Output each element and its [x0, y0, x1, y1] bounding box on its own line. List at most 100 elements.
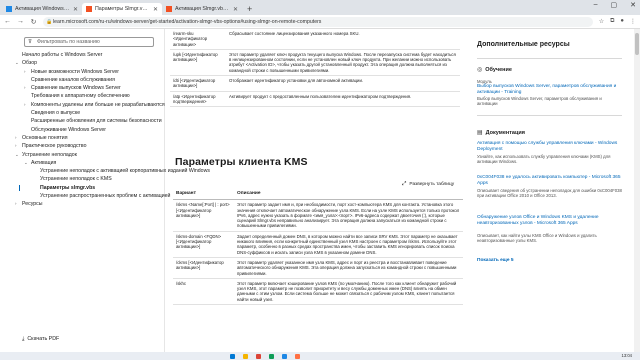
- star-icon[interactable]: ☆: [599, 18, 604, 25]
- expand-icon: ⤢: [402, 181, 407, 187]
- tab-close-icon[interactable]: ✕: [153, 6, 158, 13]
- tab-title: Параметры Slmgr.vbs для по...: [95, 6, 150, 12]
- download-pdf-label: Скачать PDF: [27, 336, 60, 342]
- divider: [477, 58, 622, 59]
- browser-tab[interactable]: Активация Windows 7 / 8.1 ...✕: [2, 3, 82, 15]
- docs-label: Документация: [485, 130, 525, 136]
- toc-item[interactable]: › Сравнение выпусков Windows Server: [22, 84, 162, 92]
- taskbar-app-icon[interactable]: [230, 353, 235, 359]
- section-heading: Параметры клиента KMS: [175, 156, 308, 168]
- menu-icon[interactable]: ⋮: [630, 18, 636, 25]
- chevron-down-icon[interactable]: ⌄: [15, 151, 19, 159]
- chevron-down-icon[interactable]: ⌄: [24, 159, 28, 167]
- toc-item[interactable]: ⌄ Устранение неполадок: [15, 151, 162, 159]
- doc-link[interactable]: 0xC004F038 не удалось активировать компь…: [477, 175, 622, 186]
- option-cell: /atp <Идентификатор подтверждения>: [170, 91, 226, 108]
- forward-icon[interactable]: →: [17, 18, 24, 25]
- reload-icon[interactable]: ↻: [30, 18, 37, 26]
- toc-item-label: Устранение распространенных проблем с ак…: [40, 193, 171, 200]
- doc-link[interactable]: Обнаружение узлов Office и Windows KMS и…: [477, 215, 622, 226]
- options-table-top: /rearm-sku <Идентификатор активации> Сбра…: [170, 29, 460, 108]
- toc-item[interactable]: Устранение распространенных проблем с ак…: [22, 192, 170, 200]
- toc-item-label: Ресурсы: [22, 201, 43, 208]
- additional-resources: Дополнительные ресурсы ◎ Обучение Модуль …: [470, 29, 640, 360]
- tab-favicon-icon: [166, 6, 172, 12]
- taskbar-app-icon[interactable]: [269, 353, 274, 359]
- extensions-icon[interactable]: ⧉: [610, 18, 614, 25]
- toc-item[interactable]: › Компоненты удалены или больше не разраб…: [22, 101, 165, 109]
- taskbar: 13:04: [0, 352, 640, 360]
- taskbar-app-icon[interactable]: [295, 353, 300, 359]
- tab-close-icon[interactable]: ✕: [73, 6, 78, 13]
- table-row: /skms-domain <FQDN> [<Идентификатор акти…: [173, 231, 463, 258]
- toc-item[interactable]: › Ресурсы: [15, 200, 162, 208]
- toc-item[interactable]: ⌄ Обзор: [15, 59, 162, 67]
- minimize-button[interactable]: –: [594, 1, 598, 9]
- doc-link[interactable]: Активация с помощью службы управления кл…: [477, 141, 622, 152]
- table-row: /skms <Name[:Port] | : port> [<Идентифик…: [173, 199, 463, 232]
- taskbar-app-icon[interactable]: [282, 353, 287, 359]
- description-cell: Этот параметр удаляет ключ продукта теку…: [226, 49, 460, 77]
- chevron-right-icon[interactable]: ›: [15, 200, 17, 208]
- profile-icon[interactable]: ●: [620, 18, 624, 25]
- toc-item[interactable]: ⌄ Активация: [22, 159, 162, 167]
- scrollbar-thumb[interactable]: [635, 33, 639, 55]
- download-pdf-link[interactable]: ⤓ Скачать PDF: [22, 336, 59, 343]
- filter-placeholder: Фильтровать по названию: [37, 39, 100, 45]
- close-button[interactable]: ✕: [630, 1, 636, 9]
- chevron-right-icon[interactable]: ›: [24, 84, 26, 92]
- toc-item[interactable]: Расширенные обновления для системы безоп…: [22, 117, 162, 125]
- doc-description: Описывает, как найти узлы KMS Office и W…: [477, 233, 597, 244]
- table-row: /rearm-sku <Идентификатор активации> Сбра…: [170, 29, 460, 50]
- toc-item-label: Активация: [31, 159, 57, 166]
- expand-table-button[interactable]: ⤢ Развернуть таблицу: [402, 181, 454, 188]
- chevron-right-icon[interactable]: ›: [15, 142, 17, 150]
- toc-filter-input[interactable]: ⊽ Фильтровать по названию: [24, 37, 154, 47]
- page-scrollbar[interactable]: [634, 29, 640, 360]
- chevron-down-icon[interactable]: ⌄: [15, 59, 19, 67]
- chevron-right-icon[interactable]: ›: [24, 68, 26, 76]
- download-icon: ⤓: [22, 336, 25, 342]
- toc-item[interactable]: › Основные понятия: [15, 134, 162, 142]
- description-cell: Этот параметр включает кэширование узлов…: [234, 278, 463, 306]
- toc-item[interactable]: Устранение неполадок с активацией корпор…: [22, 167, 210, 175]
- toc-sidebar: ⊽ Фильтровать по названию Начало работы …: [0, 29, 210, 360]
- taskbar-app-icon[interactable]: [243, 353, 248, 359]
- toc-item[interactable]: Параметры slmgr.vbs: [19, 184, 162, 192]
- doc-description: Описывает сведения об устранении неполад…: [477, 188, 622, 199]
- toc-item-label: Требования к аппаратному обеспечению: [31, 93, 130, 100]
- browser-tab[interactable]: Активация Slmgr.vbs ... ✕: [162, 3, 242, 15]
- toc-item[interactable]: Сведения о выпуске: [22, 109, 162, 117]
- back-icon[interactable]: ←: [4, 18, 11, 25]
- table-row: /upk [<Идентификатор активации>] Этот пар…: [170, 49, 460, 77]
- toc-item[interactable]: › Новые возможности Windows Server: [22, 68, 162, 76]
- new-tab-button[interactable]: +: [247, 3, 252, 15]
- browser-tab[interactable]: Параметры Slmgr.vbs для по...✕: [82, 3, 162, 15]
- doc-description: Узнайте, как использовать службу управле…: [477, 154, 611, 165]
- toc-item-label: Новые возможности Windows Server: [31, 68, 120, 75]
- module-description: Выбор выпусков Windows Server, параметро…: [477, 96, 602, 107]
- docs-section-title: ▤ Документация: [477, 129, 525, 136]
- description-cell: Этот параметр удаляет указанное имя узла…: [234, 257, 463, 279]
- maximize-button[interactable]: ▢: [611, 1, 618, 9]
- toc-item[interactable]: Требования к аппаратному обеспечению: [22, 92, 162, 100]
- option-cell: /skms <Name[:Port] | : port> [<Идентифик…: [173, 199, 234, 232]
- description-cell: Активирует продукт с предоставленным пол…: [226, 91, 460, 108]
- toc-item-label: Практическое руководство: [22, 143, 87, 150]
- toc-item[interactable]: › Практическое руководство: [15, 142, 162, 150]
- chevron-right-icon[interactable]: ›: [24, 101, 26, 109]
- toc-item[interactable]: Сравнение каналов обслуживания: [22, 76, 162, 84]
- toc-item[interactable]: Обслуживание Windows Server: [22, 126, 162, 134]
- toc-item-label: Расширенные обновления для системы безоп…: [31, 118, 162, 125]
- chevron-right-icon[interactable]: ›: [15, 134, 17, 142]
- url-field[interactable]: 🔒 learn.microsoft.com/ru-ru/windows-serv…: [43, 16, 593, 27]
- toc-item[interactable]: Устранение неполадок с KMS: [22, 175, 162, 183]
- module-link[interactable]: Выбор выпусков Windows Server, параметро…: [477, 84, 622, 95]
- browser-tools: ☆ ⧉ ● ⋮: [599, 18, 636, 25]
- tab-close-icon[interactable]: ✕: [233, 6, 238, 13]
- toc-item[interactable]: Начало работы с Windows Server: [22, 51, 162, 59]
- clock: 13:04: [621, 353, 632, 358]
- taskbar-app-icon[interactable]: [256, 353, 261, 359]
- show-more-link[interactable]: Показать еще 5: [477, 258, 622, 264]
- url-text: learn.microsoft.com/ru-ru/windows-server…: [53, 18, 322, 25]
